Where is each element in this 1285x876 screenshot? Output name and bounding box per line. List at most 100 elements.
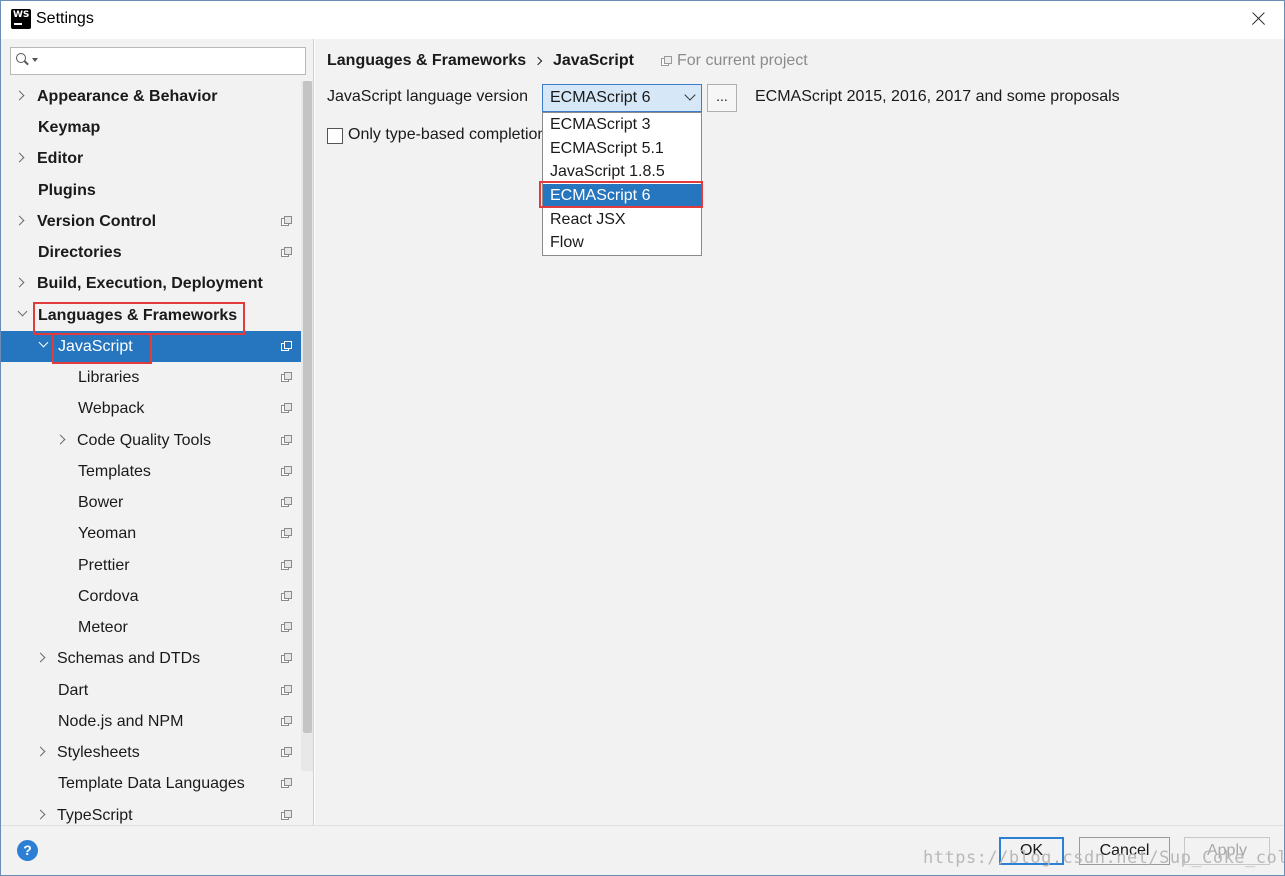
version-description: ECMAScript 2015, 2016, 2017 and some pro… [755, 88, 1120, 105]
title-bar: WS Settings [1, 1, 1284, 39]
search-icon[interactable] [16, 53, 38, 67]
only-type-based-checkbox[interactable] [327, 128, 343, 144]
project-scope-icon [281, 497, 292, 508]
more-options-button[interactable]: ... [707, 84, 737, 112]
project-scope-icon [281, 216, 292, 227]
apply-button[interactable]: Apply [1184, 837, 1270, 865]
tree-item-label: Stylesheets [57, 744, 140, 761]
tree-item-cordova[interactable]: Cordova [1, 581, 313, 612]
settings-window: WS Settings Appearance & Behavior Keymap… [0, 0, 1285, 876]
tree-item-meteor[interactable]: Meteor [1, 612, 313, 643]
tree-item-label: Webpack [78, 400, 145, 417]
only-type-based-label[interactable]: Only type-based completion [348, 126, 543, 144]
chevron-down-icon [684, 89, 696, 101]
tree-item-label: Languages & Frameworks [38, 307, 238, 324]
search-input[interactable] [10, 47, 306, 75]
window-title: Settings [36, 10, 94, 27]
chevron-right-icon[interactable] [14, 277, 25, 288]
tree-item-dart[interactable]: Dart [1, 675, 313, 706]
settings-content: Languages & Frameworks JavaScript For cu… [315, 39, 1284, 825]
chevron-right-icon[interactable] [14, 152, 25, 163]
tree-item-label: Libraries [78, 369, 140, 386]
settings-sidebar: Appearance & Behavior Keymap Editor Plug… [1, 39, 314, 825]
tree-item-directories[interactable]: Directories [1, 237, 313, 268]
tree-item-label: Meteor [78, 619, 128, 636]
tree-item-label: Appearance & Behavior [37, 88, 218, 105]
project-scope-icon [281, 747, 292, 758]
tree-item-label: Prettier [78, 557, 130, 574]
webstorm-icon: WS [8, 6, 31, 29]
tree-item-editor[interactable]: Editor [1, 143, 313, 174]
tree-item-label: Editor [37, 150, 84, 167]
ok-button[interactable]: OK [999, 837, 1064, 865]
tree-item-plugins[interactable]: Plugins [1, 175, 313, 206]
tree-item-nodejs[interactable]: Node.js and NPM [1, 706, 313, 737]
project-scope-icon [281, 341, 292, 352]
dropdown-option[interactable]: ECMAScript 5.1 [543, 137, 701, 161]
tree-item-label: Template Data Languages [58, 775, 245, 792]
chevron-down-icon[interactable] [17, 306, 28, 317]
tree-item-bower[interactable]: Bower [1, 487, 313, 518]
dropdown-option-selected[interactable]: ECMAScript 6 [543, 184, 701, 208]
help-icon[interactable]: ? [17, 840, 38, 861]
tree-item-label: Keymap [38, 119, 101, 136]
tree-item-yeoman[interactable]: Yeoman [1, 518, 313, 549]
tree-item-webpack[interactable]: Webpack [1, 393, 313, 424]
tree-item-label: Version Control [37, 213, 157, 230]
project-scope-icon [281, 716, 292, 727]
project-scope-icon [281, 372, 292, 383]
tree-item-version-control[interactable]: Version Control [1, 206, 313, 237]
tree-item-label: Bower [78, 494, 124, 511]
tree-item-templates[interactable]: Templates [1, 456, 313, 487]
language-version-dropdown: ECMAScript 3 ECMAScript 5.1 JavaScript 1… [542, 112, 702, 256]
project-scope-icon [281, 622, 292, 633]
tree-item-libraries[interactable]: Libraries [1, 362, 313, 393]
chevron-right-icon[interactable] [14, 90, 25, 101]
breadcrumb-current: JavaScript [553, 52, 634, 69]
dropdown-option[interactable]: Flow [543, 231, 701, 255]
project-scope-icon [281, 403, 292, 414]
chevron-right-icon[interactable] [35, 809, 46, 820]
tree-item-prettier[interactable]: Prettier [1, 550, 313, 581]
tree-item-schemas[interactable]: Schemas and DTDs [1, 643, 313, 674]
cancel-button[interactable]: Cancel [1079, 837, 1170, 865]
close-icon[interactable] [1246, 7, 1270, 31]
tree-item-label: Yeoman [78, 525, 137, 542]
chevron-right-icon[interactable] [14, 215, 25, 226]
project-scope-icon [281, 591, 292, 602]
language-version-value: ECMAScript 6 [550, 89, 651, 106]
dropdown-option[interactable]: ECMAScript 3 [543, 113, 701, 137]
project-scope-icon [281, 778, 292, 789]
tree-item-javascript[interactable]: JavaScript [1, 331, 313, 362]
tree-item-label: Templates [78, 463, 151, 480]
tree-item-label: Plugins [38, 182, 96, 199]
tree-item-label: JavaScript [58, 338, 133, 355]
project-scope-icon [661, 56, 672, 67]
chevron-right-icon[interactable] [35, 746, 46, 757]
chevron-right-icon[interactable] [35, 652, 46, 663]
tree-item-code-quality-tools[interactable]: Code Quality Tools [1, 425, 313, 456]
tree-item-stylesheets[interactable]: Stylesheets [1, 737, 313, 768]
chevron-right-icon[interactable] [55, 434, 66, 445]
breadcrumb-parent[interactable]: Languages & Frameworks [327, 52, 526, 70]
sidebar-scrollbar-thumb[interactable] [303, 81, 312, 733]
tree-item-template-data-languages[interactable]: Template Data Languages [1, 768, 313, 799]
chevron-down-icon[interactable] [38, 337, 49, 348]
dropdown-option[interactable]: React JSX [543, 208, 701, 232]
tree-item-label: Directories [38, 244, 122, 261]
tree-item-label: Code Quality Tools [77, 432, 211, 449]
project-scope-icon [281, 685, 292, 696]
tree-item-appearance[interactable]: Appearance & Behavior [1, 81, 313, 112]
tree-item-build[interactable]: Build, Execution, Deployment [1, 268, 313, 299]
language-version-select[interactable]: ECMAScript 6 [542, 84, 702, 112]
tree-item-label: Schemas and DTDs [57, 650, 201, 667]
project-scope-icon [281, 528, 292, 539]
dropdown-option[interactable]: JavaScript 1.8.5 [543, 160, 701, 184]
project-scope-icon [281, 560, 292, 571]
project-scope-icon [281, 810, 292, 821]
tree-item-keymap[interactable]: Keymap [1, 112, 313, 143]
tree-item-languages[interactable]: Languages & Frameworks [1, 300, 313, 331]
tree-item-label: Cordova [78, 588, 139, 605]
project-scope-icon [281, 466, 292, 477]
tree-item-label: Dart [58, 682, 89, 699]
